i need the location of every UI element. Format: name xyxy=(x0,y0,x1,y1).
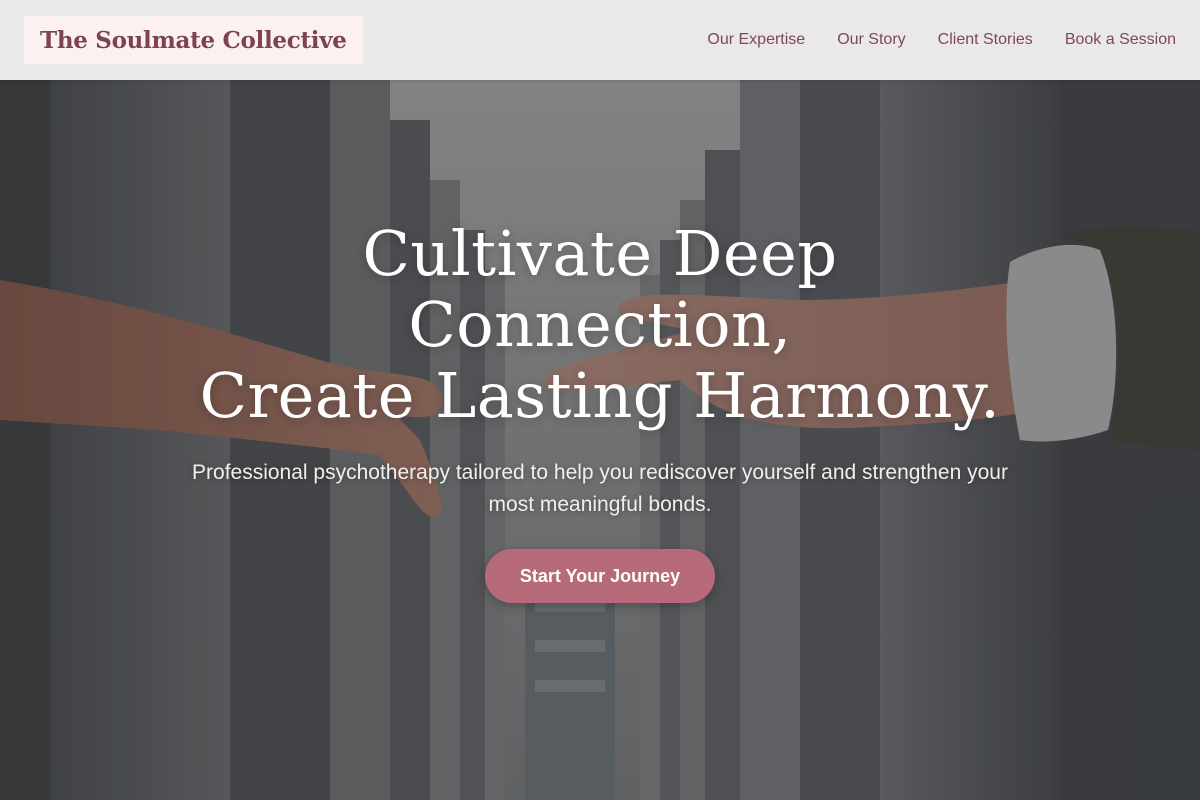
nav-link-our-story[interactable]: Our Story xyxy=(837,31,905,49)
start-your-journey-button[interactable]: Start Your Journey xyxy=(485,549,715,603)
main-nav: Our Expertise Our Story Client Stories B… xyxy=(707,0,1176,80)
nav-link-client-stories[interactable]: Client Stories xyxy=(938,31,1033,49)
hero-title-line: Cultivate Deep xyxy=(362,217,838,290)
hero-title-line: Connection, xyxy=(408,288,792,361)
hero-content: Cultivate Deep Connection, Create Lastin… xyxy=(100,218,1100,603)
site-header: The Soulmate Collective Our Expertise Ou… xyxy=(0,0,1200,80)
hero-title: Cultivate Deep Connection, Create Lastin… xyxy=(100,218,1100,431)
brand-logo[interactable]: The Soulmate Collective xyxy=(24,16,363,64)
hero-subtitle: Professional psychotherapy tailored to h… xyxy=(192,461,1008,516)
nav-link-our-expertise[interactable]: Our Expertise xyxy=(707,31,805,49)
hero-title-line: Create Lasting Harmony. xyxy=(199,359,1001,432)
nav-link-book-a-session[interactable]: Book a Session xyxy=(1065,31,1176,49)
